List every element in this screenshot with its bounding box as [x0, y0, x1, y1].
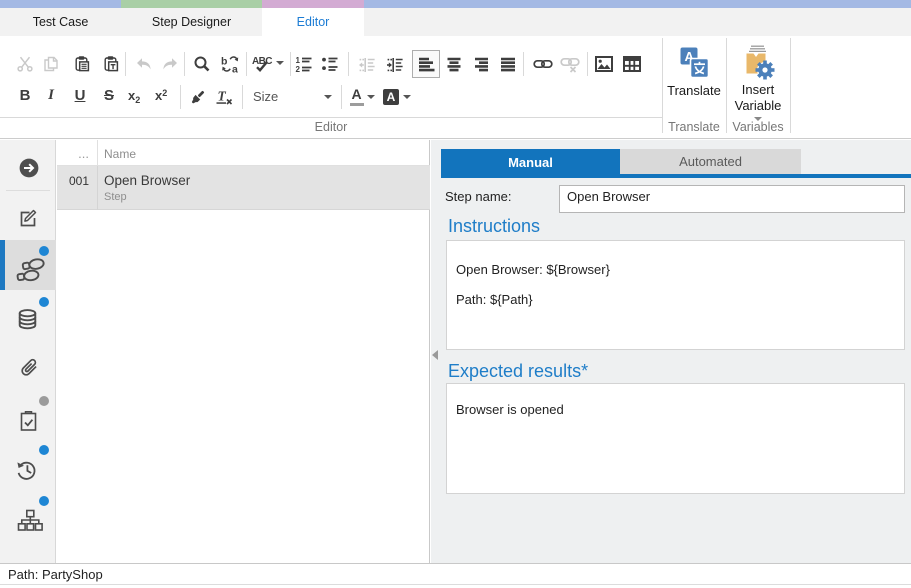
svg-text:2: 2 [296, 65, 301, 73]
svg-text:a: a [232, 64, 238, 74]
svg-text:1: 1 [296, 56, 301, 65]
svg-text:T: T [218, 89, 227, 104]
svg-text:ABC: ABC [252, 56, 272, 67]
svg-text:b: b [221, 56, 227, 68]
